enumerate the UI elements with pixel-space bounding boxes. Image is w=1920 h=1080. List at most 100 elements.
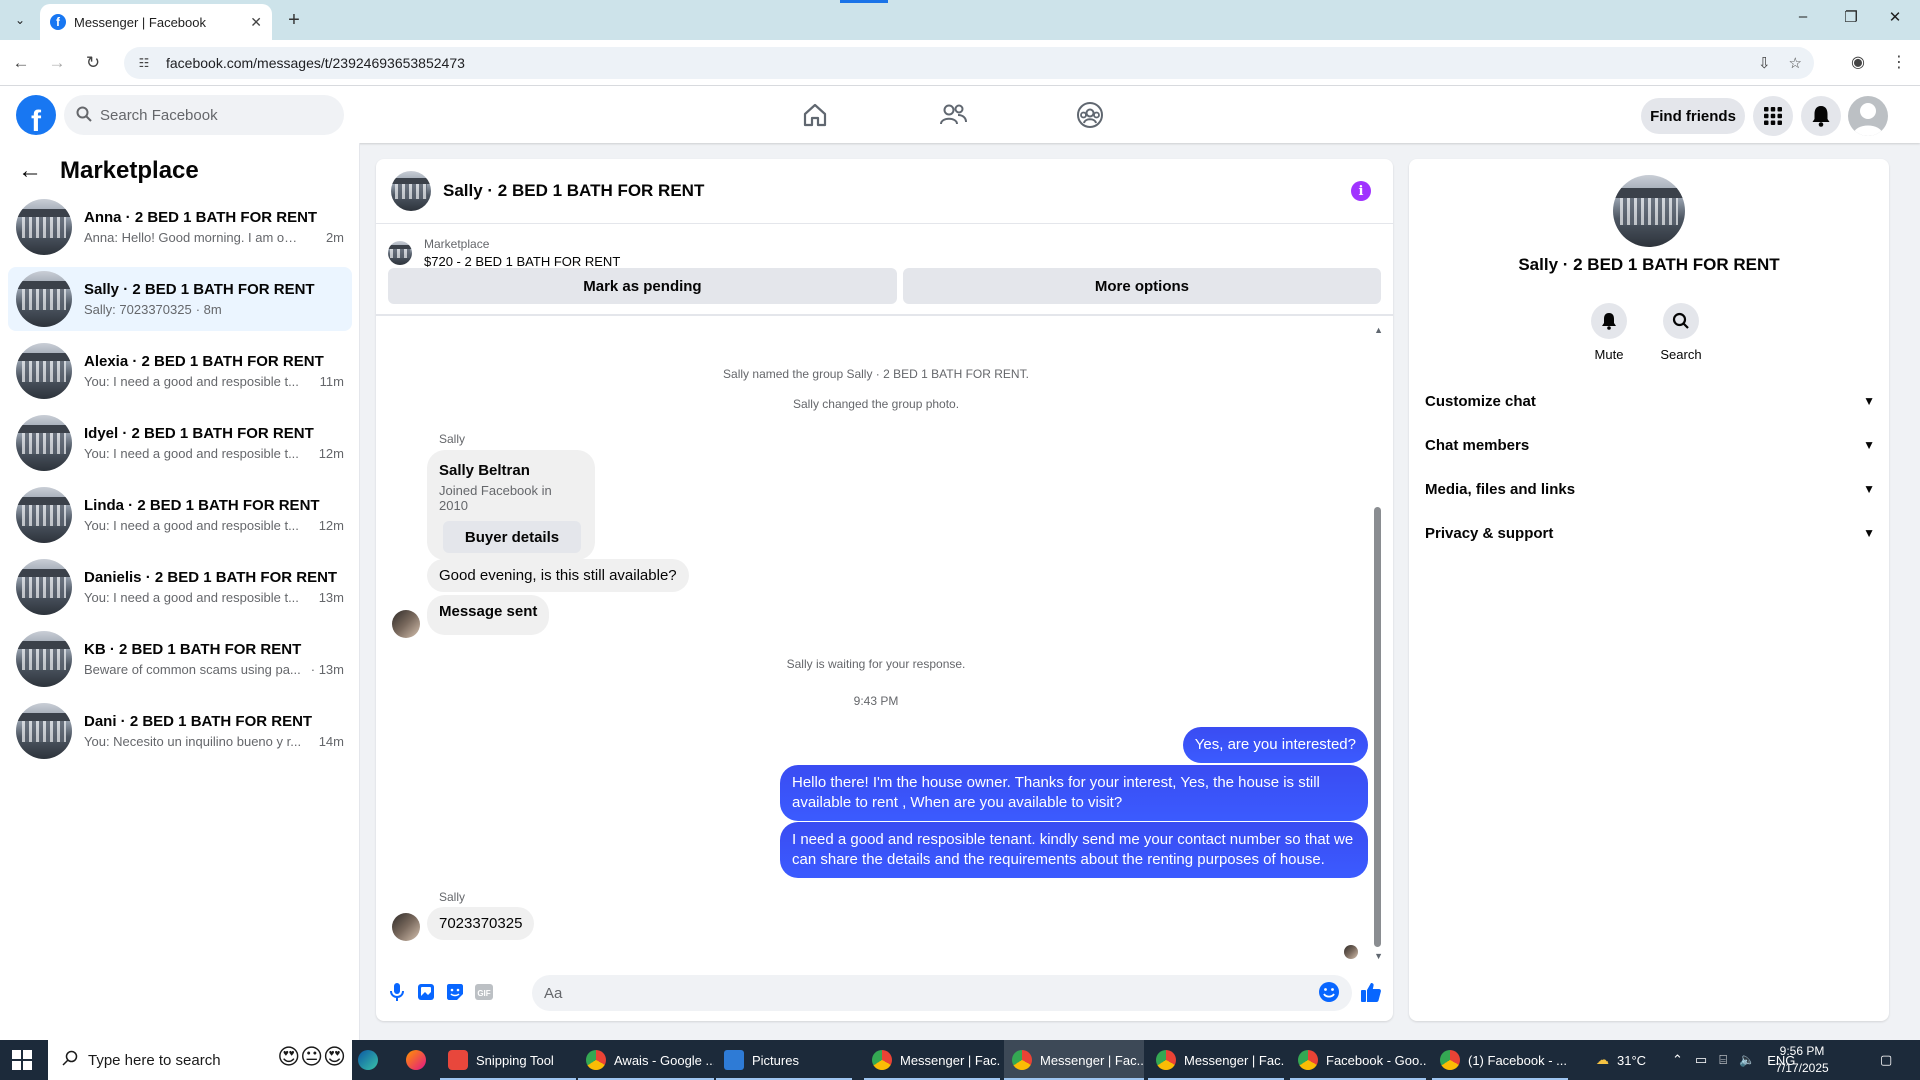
read-receipt-avatar xyxy=(1344,945,1358,959)
tab-search-button[interactable]: ⌄ xyxy=(8,8,32,32)
buyer-details-button[interactable]: Buyer details xyxy=(443,521,581,553)
install-app-icon[interactable]: ⇩ xyxy=(1758,54,1771,72)
listing-thumbnail xyxy=(16,199,72,255)
facebook-search-input[interactable]: Search Facebook xyxy=(64,95,344,135)
chat-title[interactable]: Sally · 2 BED 1 BATH FOR RENT xyxy=(443,181,704,201)
forward-button[interactable]: → xyxy=(46,52,68,74)
incoming-message: 7023370325 xyxy=(427,907,535,940)
back-button[interactable]: ← xyxy=(10,52,32,74)
edge-icon[interactable] xyxy=(350,1040,390,1080)
listing-actions: Mark as pending More options xyxy=(376,268,1393,304)
taskbar-app-chrome-active[interactable]: Messenger | Fac... xyxy=(1004,1040,1144,1080)
customize-chat-section[interactable]: Customize chat ▼ xyxy=(1425,379,1875,423)
new-tab-button[interactable]: + xyxy=(282,8,306,32)
search-in-conversation-button[interactable]: Search xyxy=(1651,303,1711,362)
sender-name: Sally xyxy=(439,890,466,904)
taskbar-app-snipping-tool[interactable]: Snipping Tool xyxy=(440,1040,576,1080)
conversation-item-active[interactable]: Sally · 2 BED 1 BATH FOR RENT Sally: 702… xyxy=(8,267,352,331)
chat-members-section[interactable]: Chat members ▼ xyxy=(1425,423,1875,467)
taskbar-app-chrome[interactable]: Messenger | Fac... xyxy=(864,1040,1000,1080)
microphone-icon[interactable] xyxy=(385,980,409,1004)
find-friends-button[interactable]: Find friends xyxy=(1641,98,1745,134)
notification-center-icon[interactable]: ▢ xyxy=(1880,1040,1892,1080)
close-window-button[interactable]: ✕ xyxy=(1880,8,1910,26)
emoji-icon[interactable] xyxy=(1317,980,1341,1004)
scroll-up-arrow-icon[interactable]: ▲ xyxy=(1374,325,1383,335)
mute-button[interactable]: Mute xyxy=(1579,303,1639,362)
search-icon xyxy=(76,106,92,125)
browser-tab-messenger[interactable]: f Messenger | Facebook ✕ xyxy=(40,4,272,40)
home-icon[interactable] xyxy=(800,100,830,130)
system-message: Sally is waiting for your response. xyxy=(786,657,966,671)
conversation-time: · 8m xyxy=(195,302,222,317)
browser-toolbar: ← → ↻ ☷ facebook.com/messages/t/23924693… xyxy=(0,40,1920,86)
address-bar[interactable]: ☷ facebook.com/messages/t/23924693653852… xyxy=(124,47,1814,79)
listing-thumbnail xyxy=(388,241,412,265)
privacy-support-section[interactable]: Privacy & support ▼ xyxy=(1425,511,1875,555)
conversation-item[interactable]: Dani · 2 BED 1 BATH FOR RENT You: Necesi… xyxy=(8,699,352,763)
photo-icon[interactable] xyxy=(414,980,438,1004)
weather-widget[interactable]: ☁ 31°C xyxy=(1596,1040,1646,1080)
facebook-logo-icon[interactable]: f xyxy=(16,95,56,135)
tab-close-icon[interactable]: ✕ xyxy=(250,14,262,31)
chat-avatar[interactable] xyxy=(391,171,431,211)
show-hidden-icons-icon[interactable]: ⌃ xyxy=(1672,1052,1683,1068)
mark-as-pending-button[interactable]: Mark as pending xyxy=(388,268,897,304)
sticker-icon[interactable] xyxy=(443,980,467,1004)
system-message: Sally named the group Sally · 2 BED 1 BA… xyxy=(723,367,1029,381)
conversation-title: Alexia · 2 BED 1 BATH FOR RENT xyxy=(84,353,324,370)
back-arrow-icon[interactable]: ← xyxy=(18,157,42,185)
scroll-down-arrow-icon[interactable]: ▼ xyxy=(1374,951,1383,961)
account-avatar[interactable] xyxy=(1848,96,1888,136)
menu-grid-icon[interactable] xyxy=(1753,96,1793,136)
bookmark-star-icon[interactable]: ☆ xyxy=(1789,54,1802,72)
restore-window-button[interactable]: ❐ xyxy=(1836,8,1866,26)
sender-avatar[interactable] xyxy=(392,913,420,941)
notifications-bell-icon[interactable] xyxy=(1801,96,1841,136)
chrome-menu-icon[interactable]: ⋮ xyxy=(1891,52,1907,72)
search-placeholder: Search Facebook xyxy=(100,106,218,124)
chrome-icon xyxy=(1298,1050,1318,1070)
taskbar-app-chrome[interactable]: (1) Facebook - ... xyxy=(1432,1040,1568,1080)
windows-start-icon[interactable] xyxy=(12,1050,32,1070)
conversation-item[interactable]: Anna · 2 BED 1 BATH FOR RENT Anna: Hello… xyxy=(8,195,352,259)
conversation-title: KB · 2 BED 1 BATH FOR RENT xyxy=(84,641,302,658)
media-files-links-section[interactable]: Media, files and links ▼ xyxy=(1425,467,1875,511)
taskbar-app-chrome[interactable]: Facebook - Goo... xyxy=(1290,1040,1426,1080)
conversation-item[interactable]: KB · 2 BED 1 BATH FOR RENT Beware of com… xyxy=(8,627,352,691)
volume-icon[interactable]: 🔈 xyxy=(1739,1052,1755,1068)
taskbar-search-placeholder: Type here to search xyxy=(88,1051,221,1069)
thumbs-up-icon[interactable] xyxy=(1359,980,1383,1004)
taskbar-app-chrome[interactable]: Awais - Google ... xyxy=(578,1040,714,1080)
firefox-icon[interactable] xyxy=(398,1040,438,1080)
minimize-window-button[interactable]: – xyxy=(1788,8,1818,25)
taskbar-clock[interactable]: 9:56 PM 7/17/2025 xyxy=(1762,1043,1842,1077)
conversation-time: 13m xyxy=(318,590,344,605)
conversation-preview: You: I need a good and resposible t... xyxy=(84,374,299,389)
conversation-item[interactable]: Alexia · 2 BED 1 BATH FOR RENT You: I ne… xyxy=(8,339,352,403)
chrome-icon xyxy=(872,1050,892,1070)
reload-button[interactable]: ↻ xyxy=(82,52,104,74)
chat-scrollbar[interactable] xyxy=(1374,507,1381,947)
search-label: Search xyxy=(1660,347,1702,362)
conversation-info-icon[interactable]: i xyxy=(1351,181,1371,201)
conversation-item[interactable]: Danielis · 2 BED 1 BATH FOR RENT You: I … xyxy=(8,555,352,619)
system-message: Sally changed the group photo. xyxy=(792,397,960,411)
gif-icon[interactable]: GIF xyxy=(472,980,496,1004)
groups-icon[interactable] xyxy=(1075,100,1105,130)
taskbar-app-chrome[interactable]: Messenger | Fac... xyxy=(1148,1040,1284,1080)
more-options-button[interactable]: More options xyxy=(902,268,1381,304)
taskbar-app-pictures[interactable]: Pictures xyxy=(716,1040,852,1080)
conversation-item[interactable]: Linda · 2 BED 1 BATH FOR RENT You: I nee… xyxy=(8,483,352,547)
taskbar-search-box[interactable]: Type here to search 😍😐😍 xyxy=(48,1040,352,1080)
network-icon[interactable]: ⌸ xyxy=(1719,1052,1727,1068)
friends-icon[interactable] xyxy=(938,100,968,130)
profile-icon[interactable]: ◉ xyxy=(1851,52,1865,72)
message-input[interactable]: Aa xyxy=(532,975,1352,1011)
group-photo[interactable] xyxy=(1613,175,1685,247)
site-info-icon[interactable]: ☷ xyxy=(136,55,152,71)
conversation-item[interactable]: Idyel · 2 BED 1 BATH FOR RENT You: I nee… xyxy=(8,411,352,475)
sender-avatar[interactable] xyxy=(392,610,420,638)
display-icon[interactable]: ▭ xyxy=(1695,1052,1707,1068)
browser-tabstrip: ⌄ f Messenger | Facebook ✕ + – ❐ ✕ xyxy=(0,0,1920,40)
